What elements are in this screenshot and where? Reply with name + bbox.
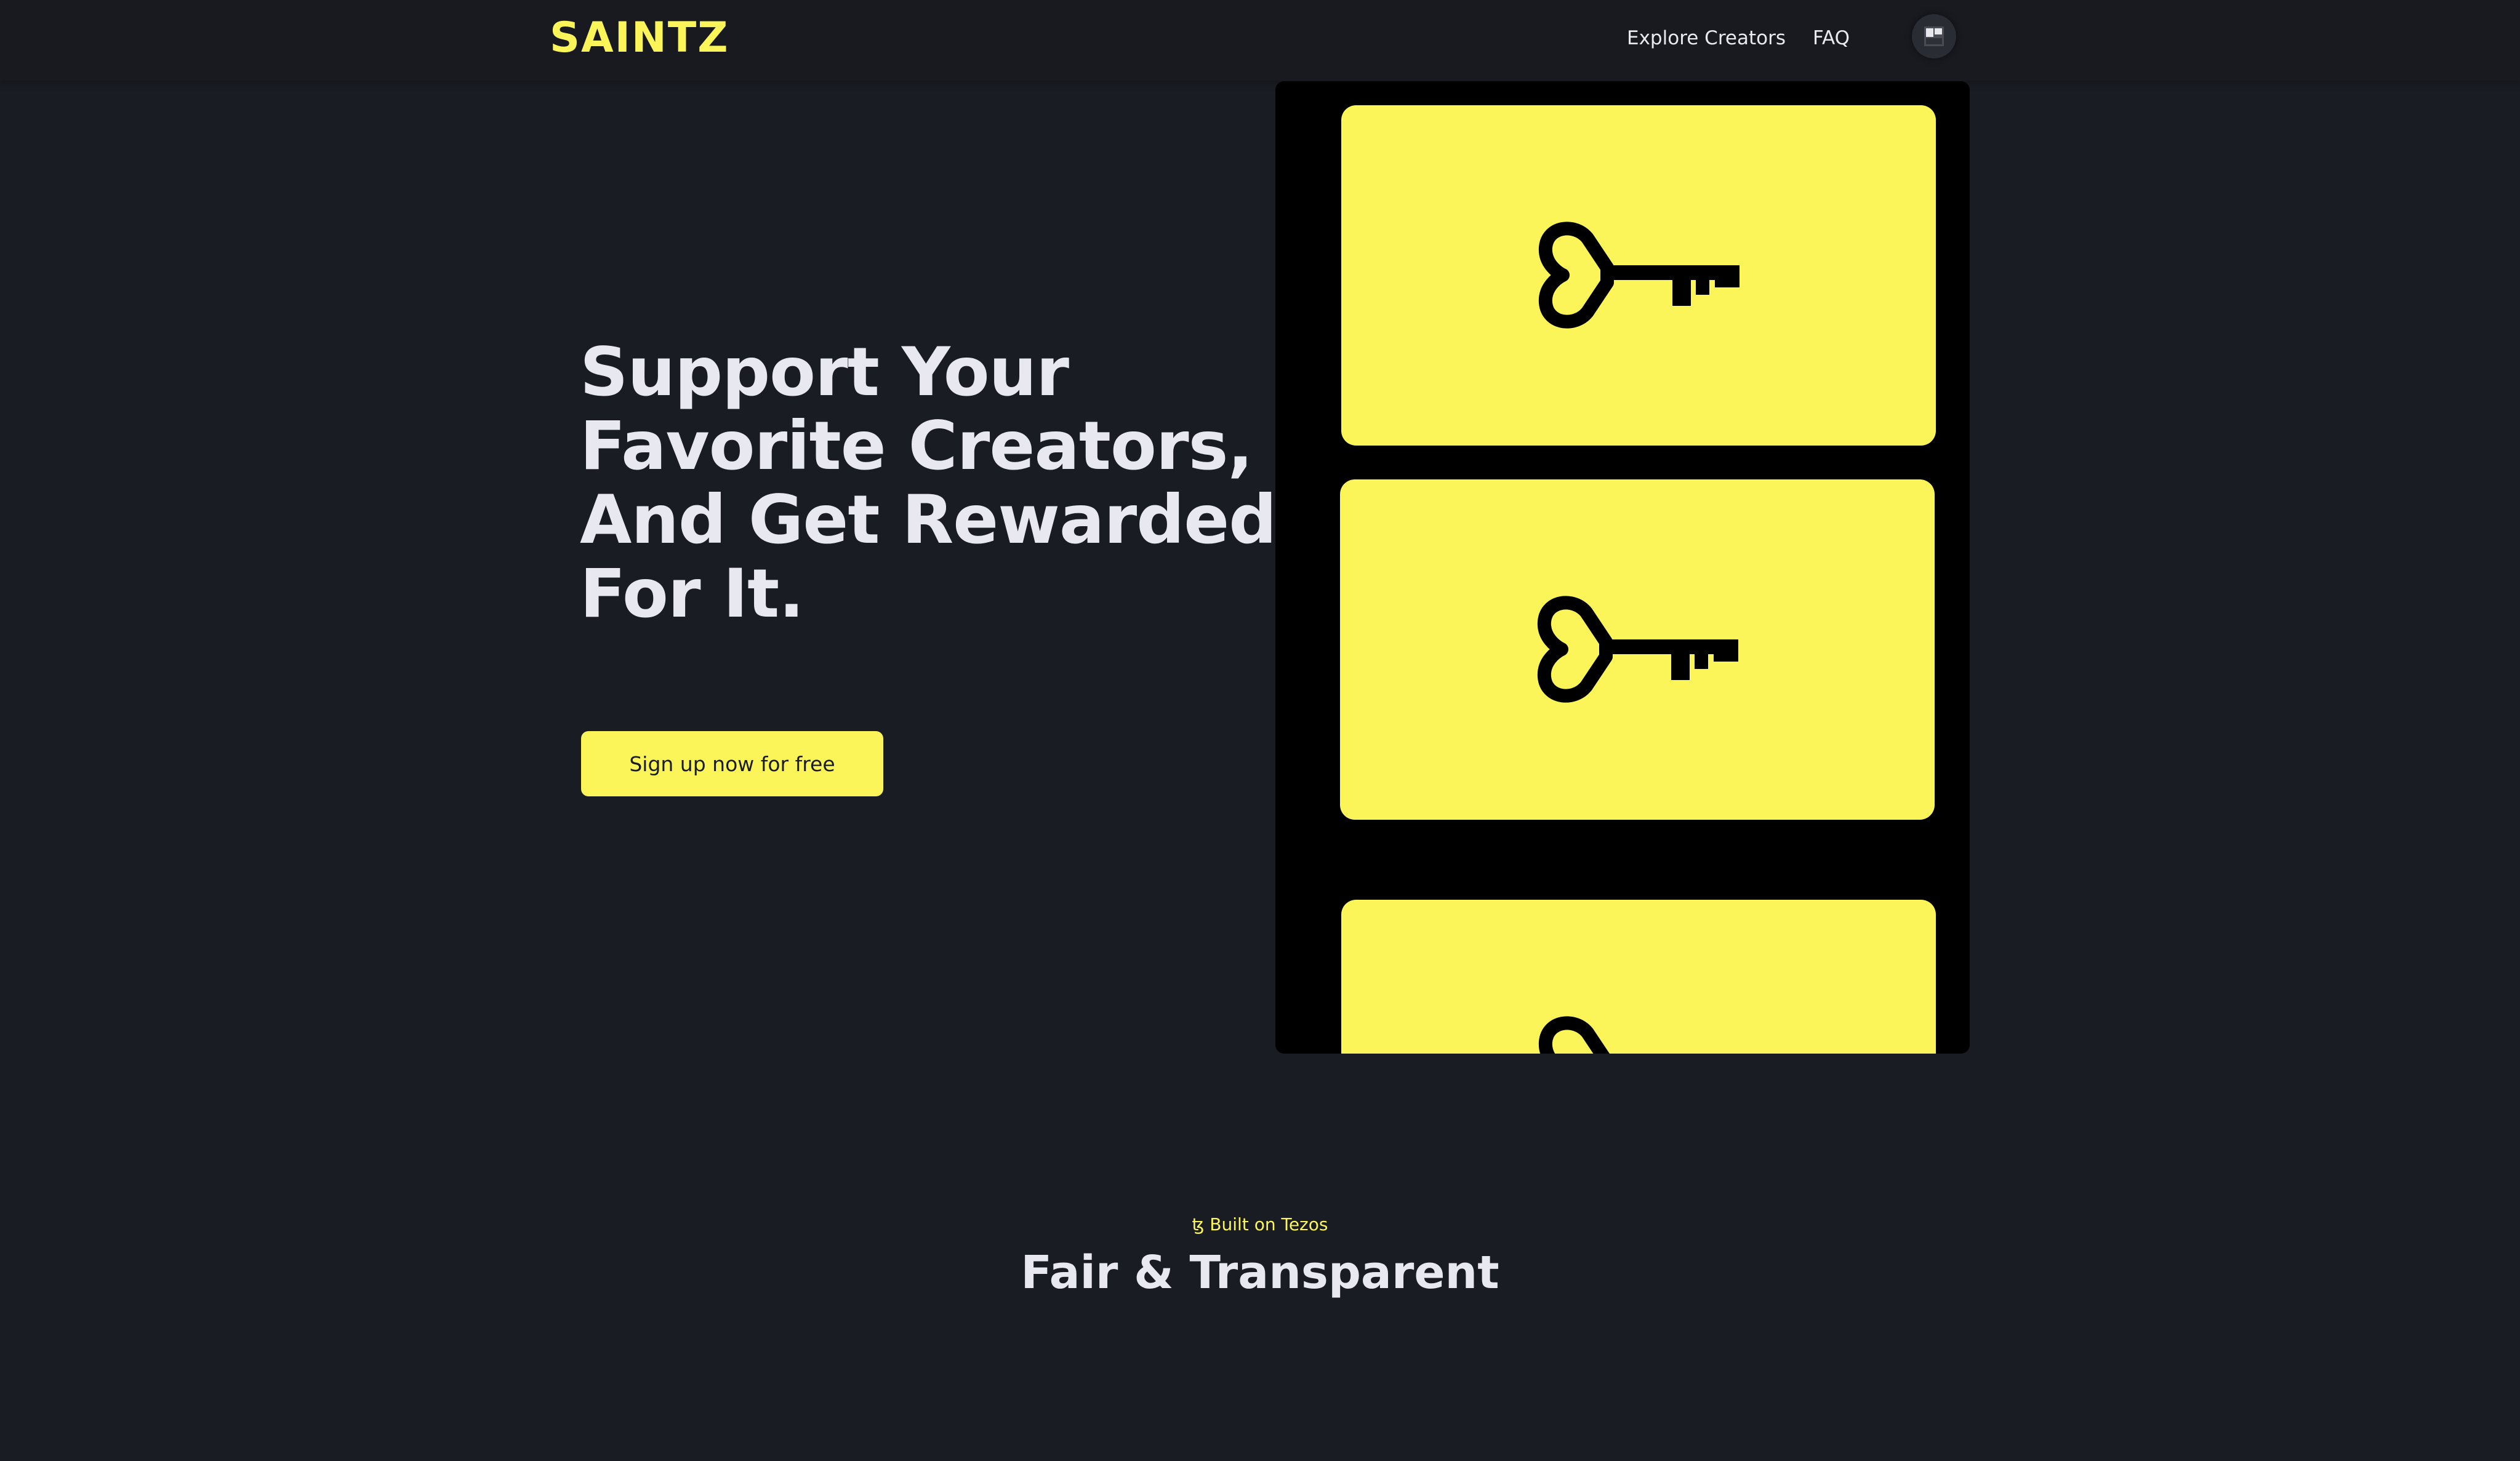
hero-title-line-2: Favorite Creators, (580, 407, 1253, 485)
nav-faq[interactable]: FAQ (1813, 25, 1850, 52)
top-navbar: SAINTZ Explore Creators FAQ (0, 0, 2520, 81)
key-card-1[interactable] (1341, 105, 1936, 446)
hero-title-line-4: For It. (580, 554, 805, 633)
hero-title-line-3: And Get Rewarded (580, 481, 1277, 559)
nav-explore-creators[interactable]: Explore Creators (1627, 25, 1786, 52)
avatar-icon (1924, 26, 1944, 46)
heart-key-icon (1538, 222, 1740, 329)
key-cards-panel[interactable] (1275, 81, 1970, 1054)
key-card-3[interactable] (1341, 900, 1936, 1054)
built-on-tezos-tag: ꜩ Built on Tezos (1192, 1214, 1328, 1235)
saintz-logo[interactable]: SAINTZ (550, 14, 729, 63)
heart-key-icon (1538, 1016, 1610, 1054)
hero-title: Support Your Favorite Creators, And Get … (580, 333, 1277, 633)
user-avatar[interactable] (1912, 14, 1956, 58)
signup-button[interactable]: Sign up now for free (581, 731, 883, 796)
heart-key-icon (1537, 596, 1738, 703)
section-title: Fair & Transparent (1021, 1246, 1499, 1299)
key-card-2[interactable] (1340, 479, 1935, 820)
hero-title-line-1: Support Your (580, 333, 1069, 411)
